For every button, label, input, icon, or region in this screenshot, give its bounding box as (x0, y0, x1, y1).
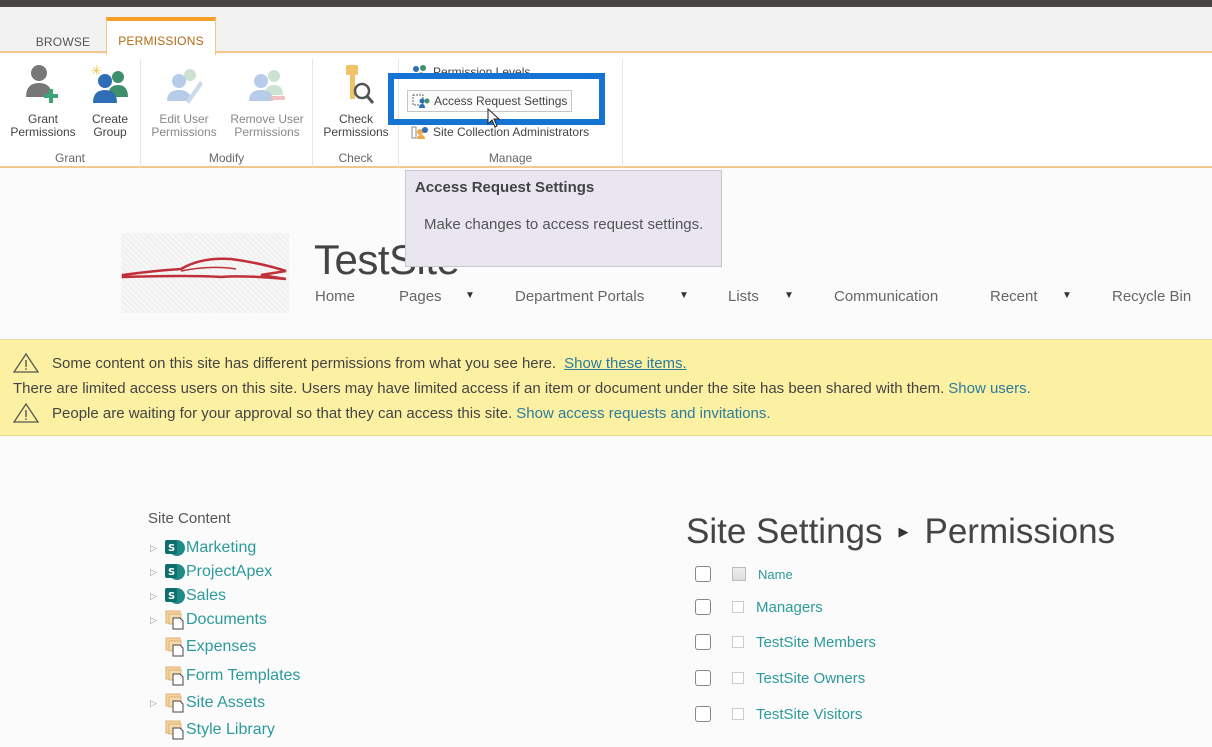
svg-text:S: S (168, 543, 175, 554)
grant-permissions-icon (23, 63, 63, 107)
site-collection-administrators-icon (411, 124, 429, 140)
tree-item-expenses[interactable]: Expenses (150, 636, 256, 658)
edit-user-permissions-icon (164, 63, 204, 107)
row-item-checkbox[interactable] (732, 601, 744, 613)
nav-recent[interactable]: Recent (990, 288, 1038, 305)
tree-item-projectapex[interactable]: ▷ S ProjectApex (150, 561, 272, 583)
breadcrumb-site-settings[interactable]: Site Settings (686, 512, 883, 552)
sharepoint-site-icon: S (164, 538, 186, 558)
svg-text:✳: ✳ (91, 63, 102, 78)
document-library-icon (164, 666, 186, 686)
row-checkbox[interactable] (695, 670, 711, 686)
tree-item-documents[interactable]: ▷ Documents (150, 609, 267, 631)
site-logo[interactable] (121, 233, 289, 313)
show-these-items-link[interactable]: Show these items. (564, 355, 687, 372)
tooltip-access-request-settings: Access Request Settings Make changes to … (405, 170, 722, 267)
svg-text:S: S (168, 567, 175, 578)
table-row: Managers (695, 593, 823, 621)
group-link-testsite-visitors[interactable]: TestSite Visitors (756, 706, 862, 723)
permissions-warning-banner: Some content on this site has different … (0, 339, 1212, 436)
show-users-link[interactable]: Show users. (948, 380, 1031, 397)
nav-recent-caret-icon[interactable]: ▼ (1062, 290, 1072, 301)
nav-department-portals-caret-icon[interactable]: ▼ (679, 290, 689, 301)
document-library-icon (164, 637, 186, 657)
expand-icon[interactable]: ▷ (150, 698, 164, 709)
nav-home[interactable]: Home (315, 288, 355, 305)
row-checkbox[interactable] (695, 599, 711, 615)
group-label-check: Check (338, 151, 373, 165)
create-group-icon: ✳ (90, 63, 130, 107)
banner-row-limited-access: There are limited access users on this s… (13, 380, 1031, 397)
tab-browse[interactable]: BROWSE (27, 29, 99, 55)
grant-permissions-button[interactable]: Grant Permissions (6, 63, 80, 139)
table-row: TestSite Members (695, 628, 876, 656)
tree-item-style-library[interactable]: Style Library (150, 719, 275, 741)
row-checkbox[interactable] (695, 706, 711, 722)
document-library-icon (164, 720, 186, 740)
banner-row-access-requests: People are waiting for your approval so … (13, 403, 771, 423)
group-label-modify: Modify (208, 151, 245, 165)
site-content-heading: Site Content (148, 510, 231, 527)
svg-text:S: S (168, 591, 175, 602)
mouse-cursor-icon (487, 107, 501, 133)
tree-item-site-assets[interactable]: ▷ Site Assets (150, 692, 265, 714)
row-item-checkbox[interactable] (732, 708, 744, 720)
check-permissions-button[interactable]: Check Permissions (319, 63, 393, 139)
document-library-icon (164, 610, 186, 630)
ribbon: Grant Permissions ✳ Create Group Grant E… (0, 55, 1212, 168)
select-all-items-checkbox[interactable] (732, 567, 746, 581)
nav-communication[interactable]: Communication (834, 288, 938, 305)
banner-row-unique-permissions: Some content on this site has different … (13, 353, 687, 373)
nav-lists[interactable]: Lists (728, 288, 759, 305)
group-link-testsite-members[interactable]: TestSite Members (756, 634, 876, 651)
remove-user-permissions-icon (247, 63, 287, 107)
remove-user-permissions-button[interactable]: Remove User Permissions (225, 63, 309, 139)
expand-icon[interactable]: ▷ (150, 543, 164, 554)
nav-lists-caret-icon[interactable]: ▼ (784, 290, 794, 301)
edit-user-permissions-button[interactable]: Edit User Permissions (147, 63, 221, 139)
tree-item-form-templates[interactable]: Form Templates (150, 665, 300, 687)
tooltip-body: Make changes to access request settings. (424, 216, 704, 233)
group-link-testsite-owners[interactable]: TestSite Owners (756, 670, 865, 687)
ribbon-group-check: Check Permissions Check (313, 59, 399, 167)
breadcrumb-separator-icon: ▶ (898, 524, 909, 539)
select-all-checkbox[interactable] (695, 566, 711, 582)
tooltip-title: Access Request Settings (415, 179, 595, 196)
nav-department-portals[interactable]: Department Portals (515, 288, 644, 305)
check-permissions-icon (336, 63, 376, 107)
group-label-manage: Manage (488, 151, 533, 165)
ribbon-group-grant: Grant Permissions ✳ Create Group Grant (0, 59, 141, 167)
tab-permissions[interactable]: PERMISSIONS (106, 17, 216, 55)
group-label-grant: Grant (54, 151, 85, 165)
warning-icon (13, 403, 39, 423)
permissions-list-header: Name (695, 560, 793, 588)
warning-icon (13, 353, 39, 373)
sharepoint-site-icon: S (164, 586, 186, 606)
group-link-managers[interactable]: Managers (756, 599, 823, 616)
tree-item-marketing[interactable]: ▷ S Marketing (150, 537, 256, 559)
page-title-breadcrumb: Site Settings ▶ Permissions (686, 512, 1115, 552)
tree-item-sales[interactable]: ▷ S Sales (150, 585, 226, 607)
table-row: TestSite Visitors (695, 700, 862, 728)
row-checkbox[interactable] (695, 634, 711, 650)
breadcrumb-current: Permissions (924, 512, 1116, 551)
expand-icon[interactable]: ▷ (150, 615, 164, 626)
nav-pages[interactable]: Pages (399, 288, 442, 305)
expand-icon[interactable]: ▷ (150, 591, 164, 602)
column-header-name[interactable]: Name (758, 567, 793, 582)
browser-top-bar (0, 0, 1212, 7)
ribbon-group-modify: Edit User Permissions Remove User Permis… (141, 59, 313, 167)
expand-icon[interactable]: ▷ (150, 567, 164, 578)
document-library-icon (164, 693, 186, 713)
ribbon-tab-strip: BROWSE PERMISSIONS (0, 7, 1212, 55)
create-group-button[interactable]: ✳ Create Group (84, 63, 136, 139)
show-access-requests-link[interactable]: Show access requests and invitations. (516, 405, 770, 422)
row-item-checkbox[interactable] (732, 672, 744, 684)
sharepoint-site-icon: S (164, 562, 186, 582)
table-row: TestSite Owners (695, 664, 865, 692)
row-item-checkbox[interactable] (732, 636, 744, 648)
nav-pages-caret-icon[interactable]: ▼ (465, 290, 475, 301)
nav-recycle-bin[interactable]: Recycle Bin (1112, 288, 1191, 305)
